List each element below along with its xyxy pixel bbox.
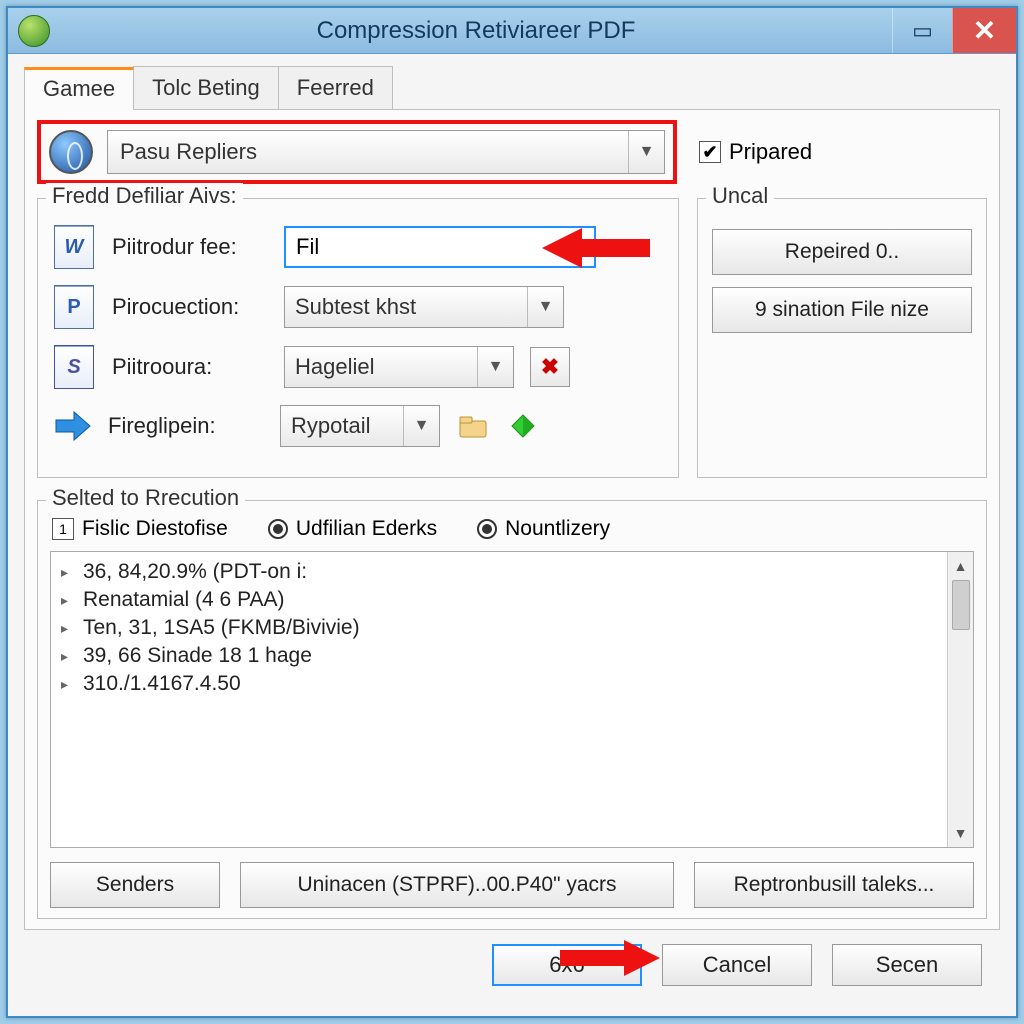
list-item[interactable]: ▸ Renatamial (4 6 PAA) bbox=[61, 586, 963, 614]
radio-icon bbox=[268, 519, 288, 539]
select-pirocuection[interactable]: Subtest khst ▼ bbox=[284, 286, 564, 328]
reptronbusill-button[interactable]: Reptronbusill taleks... bbox=[694, 862, 974, 908]
chevron-down-icon: ▼ bbox=[628, 131, 664, 173]
prepared-label: Pripared bbox=[729, 139, 812, 165]
list-item[interactable]: ▸ 39, 66 Sinade 18 1 hage bbox=[61, 642, 963, 670]
opt-nountlizery[interactable]: Nountlizery bbox=[477, 517, 610, 541]
cancel-button[interactable]: Cancel bbox=[662, 944, 812, 986]
lower-group: Selted to Rrecution 1 Fislic Diestofise … bbox=[37, 500, 987, 919]
list-item[interactable]: ▸ Ten, 31, 1SA5 (FKMB/Bivivie) bbox=[61, 614, 963, 642]
input-piitrodur[interactable] bbox=[284, 226, 596, 268]
label-fireglipein: Fireglipein: bbox=[108, 413, 264, 439]
left-group: Fredd Defiliar Aivs: W Piitrodur fee: P … bbox=[37, 198, 679, 478]
mid-row: Fredd Defiliar Aivs: W Piitrodur fee: P … bbox=[37, 198, 987, 478]
preset-value: Pasu Repliers bbox=[120, 139, 257, 165]
dialog-buttons: 6x6 Cancel Secen bbox=[24, 930, 1000, 1000]
close-button[interactable]: ✕ bbox=[952, 8, 1016, 53]
label-piitrooura: Piitrooura: bbox=[112, 354, 268, 380]
left-group-title: Fredd Defiliar Aivs: bbox=[46, 183, 243, 209]
triangle-icon: ▸ bbox=[61, 620, 75, 637]
secen-button[interactable]: Secen bbox=[832, 944, 982, 986]
chevron-down-icon: ▼ bbox=[403, 406, 439, 446]
list-item[interactable]: ▸ 310./1.4167.4.50 bbox=[61, 670, 963, 698]
list-item-text: Renatamial (4 6 PAA) bbox=[83, 588, 285, 612]
label-piitrodur: Piitrodur fee: bbox=[112, 234, 268, 260]
list-item-text: Ten, 31, 1SA5 (FKMB/Bivivie) bbox=[83, 616, 360, 640]
opt-udfilian[interactable]: Udfilian Ederks bbox=[268, 517, 437, 541]
checkbox-icon: ✔ bbox=[699, 141, 721, 163]
ok-button[interactable]: 6x6 bbox=[492, 944, 642, 986]
globe-icon bbox=[49, 130, 93, 174]
uninacen-button[interactable]: Uninacen (STPRF)..00.P40" yacrs bbox=[240, 862, 674, 908]
opt-nountlizery-label: Nountlizery bbox=[505, 517, 610, 541]
lower-group-title: Selted to Rrecution bbox=[46, 485, 245, 511]
scroll-down-icon[interactable]: ▼ bbox=[951, 823, 971, 843]
p-doc-icon: P bbox=[52, 285, 96, 329]
scroll-thumb[interactable] bbox=[952, 580, 970, 630]
opt-fislic-label: Fislic Diestofise bbox=[82, 517, 228, 541]
x-icon: ✖ bbox=[541, 354, 559, 380]
chevron-down-icon: ▼ bbox=[477, 347, 513, 387]
list-item-text: 310./1.4167.4.50 bbox=[83, 672, 241, 696]
scroll-up-icon[interactable]: ▲ bbox=[951, 556, 971, 576]
window-title: Compression Retiviareer PDF bbox=[60, 17, 892, 45]
word-doc-icon: W bbox=[52, 225, 96, 269]
triangle-icon: ▸ bbox=[61, 676, 75, 693]
right-group-title: Uncal bbox=[706, 183, 774, 209]
triangle-icon: ▸ bbox=[61, 648, 75, 665]
s-doc-icon: S bbox=[52, 345, 96, 389]
senders-button[interactable]: Senders bbox=[50, 862, 220, 908]
repeired-button[interactable]: Repeired 0.. bbox=[712, 229, 972, 275]
list-item-text: 36, 84,20.9% (PDT-on i: bbox=[83, 560, 307, 584]
preset-row: Pasu Repliers ▼ ✔ Pripared bbox=[37, 120, 987, 184]
option-row: 1 Fislic Diestofise Udfilian Ederks Noun… bbox=[52, 517, 972, 541]
select-pirocuection-value: Subtest khst bbox=[295, 294, 416, 320]
row-piitrooura: S Piitrooura: Hageliel ▼ ✖ bbox=[52, 345, 664, 389]
titlebar: Compression Retiviareer PDF ▭ ✕ bbox=[8, 8, 1016, 54]
dialog-window: Compression Retiviareer PDF ▭ ✕ Gamee To… bbox=[6, 6, 1018, 1018]
row-pirocuection: P Pirocuection: Subtest khst ▼ bbox=[52, 285, 664, 329]
result-listbox[interactable]: ▸ 36, 84,20.9% (PDT-on i: ▸ Renatamial (4 … bbox=[50, 551, 974, 848]
arrow-right-icon bbox=[52, 406, 92, 446]
tab-gamee[interactable]: Gamee bbox=[24, 67, 134, 110]
opt-fislic[interactable]: 1 Fislic Diestofise bbox=[52, 517, 228, 541]
triangle-icon: ▸ bbox=[61, 592, 75, 609]
triangle-icon: ▸ bbox=[61, 564, 75, 581]
preset-combobox[interactable]: Pasu Repliers ▼ bbox=[107, 130, 665, 174]
select-piitrooura-value: Hageliel bbox=[295, 354, 375, 380]
radio-icon bbox=[477, 519, 497, 539]
delete-button[interactable]: ✖ bbox=[530, 347, 570, 387]
row-fireglipein: Fireglipein: Rypotail ▼ bbox=[52, 405, 664, 447]
select-fireglipein-value: Rypotail bbox=[291, 413, 370, 439]
opt-udfilian-label: Udfilian Ederks bbox=[296, 517, 437, 541]
tabstrip: Gamee Tolc Beting Feerred bbox=[24, 66, 1000, 110]
chevron-down-icon: ▼ bbox=[527, 287, 563, 327]
select-piitrooura[interactable]: Hageliel ▼ bbox=[284, 346, 514, 388]
maximize-button[interactable]: ▭ bbox=[892, 8, 952, 53]
list-item[interactable]: ▸ 36, 84,20.9% (PDT-on i: bbox=[61, 558, 963, 586]
tab-body: Pasu Repliers ▼ ✔ Pripared Fredd Defilia… bbox=[24, 110, 1000, 930]
box-icon: 1 bbox=[52, 518, 74, 540]
app-icon bbox=[18, 15, 50, 47]
folder-icon[interactable] bbox=[456, 409, 490, 443]
label-pirocuection: Pirocuection: bbox=[112, 294, 268, 320]
tab-tolc-beting[interactable]: Tolc Beting bbox=[133, 66, 279, 109]
prepared-checkbox[interactable]: ✔ Pripared bbox=[699, 139, 812, 165]
row-piitrodur: W Piitrodur fee: bbox=[52, 225, 664, 269]
window-controls: ▭ ✕ bbox=[892, 8, 1016, 53]
scrollbar[interactable]: ▲ ▼ bbox=[947, 552, 973, 847]
list-item-text: 39, 66 Sinade 18 1 hage bbox=[83, 644, 312, 668]
lower-buttons: Senders Uninacen (STPRF)..00.P40" yacrs … bbox=[50, 862, 974, 908]
preset-highlight: Pasu Repliers ▼ bbox=[37, 120, 677, 184]
sination-button[interactable]: 9 sination File nize bbox=[712, 287, 972, 333]
select-fireglipein[interactable]: Rypotail ▼ bbox=[280, 405, 440, 447]
list-lines: ▸ 36, 84,20.9% (PDT-on i: ▸ Renatamial (4 … bbox=[51, 552, 973, 704]
right-group: Uncal Repeired 0.. 9 sination File nize bbox=[697, 198, 987, 478]
tab-feerred[interactable]: Feerred bbox=[278, 66, 393, 109]
diamond-icon[interactable] bbox=[506, 409, 540, 443]
client-area: Gamee Tolc Beting Feerred Pasu Repliers … bbox=[8, 54, 1016, 1016]
